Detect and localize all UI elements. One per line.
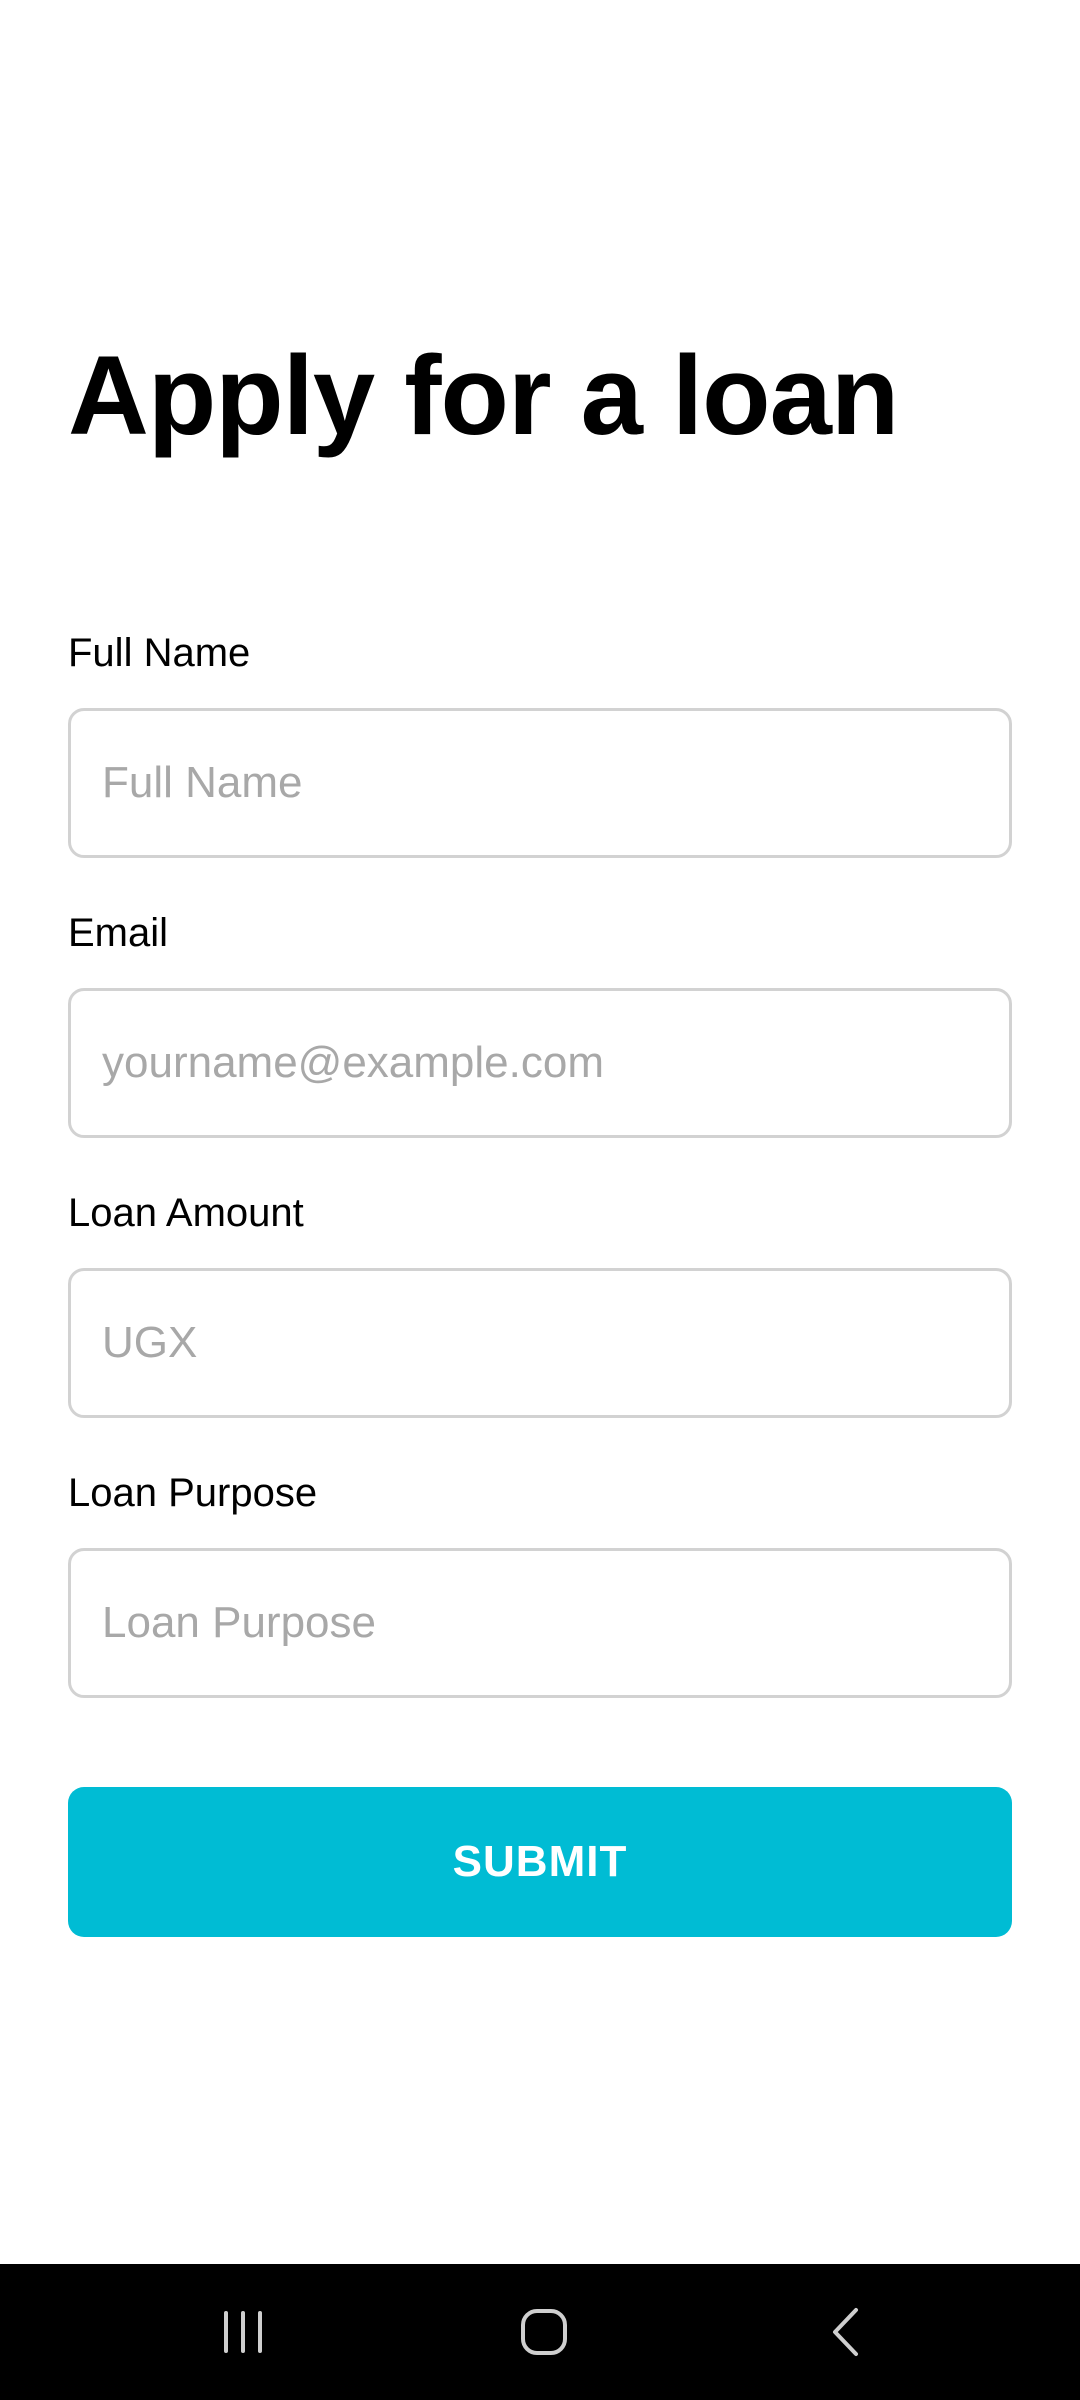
loan-purpose-label: Loan Purpose	[68, 1471, 318, 1515]
back-button[interactable]	[766, 2264, 926, 2400]
loan-amount-field-group: Loan Amount	[68, 1190, 1012, 1418]
loan-purpose-field-group: Loan Purpose	[68, 1470, 1012, 1698]
recent-apps-button[interactable]	[163, 2264, 323, 2400]
recent-apps-icon	[224, 2311, 262, 2353]
email-field-group: Email	[68, 910, 1012, 1138]
email-label: Email	[68, 911, 169, 955]
loan-purpose-input[interactable]	[68, 1548, 1012, 1698]
loan-application-form: Full Name Email Loan Amount Loan Purpose	[68, 630, 1012, 1698]
full-name-field-group: Full Name	[68, 630, 1012, 858]
full-name-label: Full Name	[68, 631, 251, 675]
loan-amount-input[interactable]	[68, 1268, 1012, 1418]
home-button[interactable]	[464, 2264, 624, 2400]
submit-button[interactable]: SUBMIT	[68, 1787, 1012, 1937]
loan-amount-label: Loan Amount	[68, 1191, 304, 1235]
email-input[interactable]	[68, 988, 1012, 1138]
back-icon	[833, 2308, 858, 2356]
home-icon	[521, 2309, 567, 2355]
page-title: Apply for a loan	[68, 333, 899, 458]
full-name-input[interactable]	[68, 708, 1012, 858]
system-navigation-bar	[0, 2264, 1080, 2400]
